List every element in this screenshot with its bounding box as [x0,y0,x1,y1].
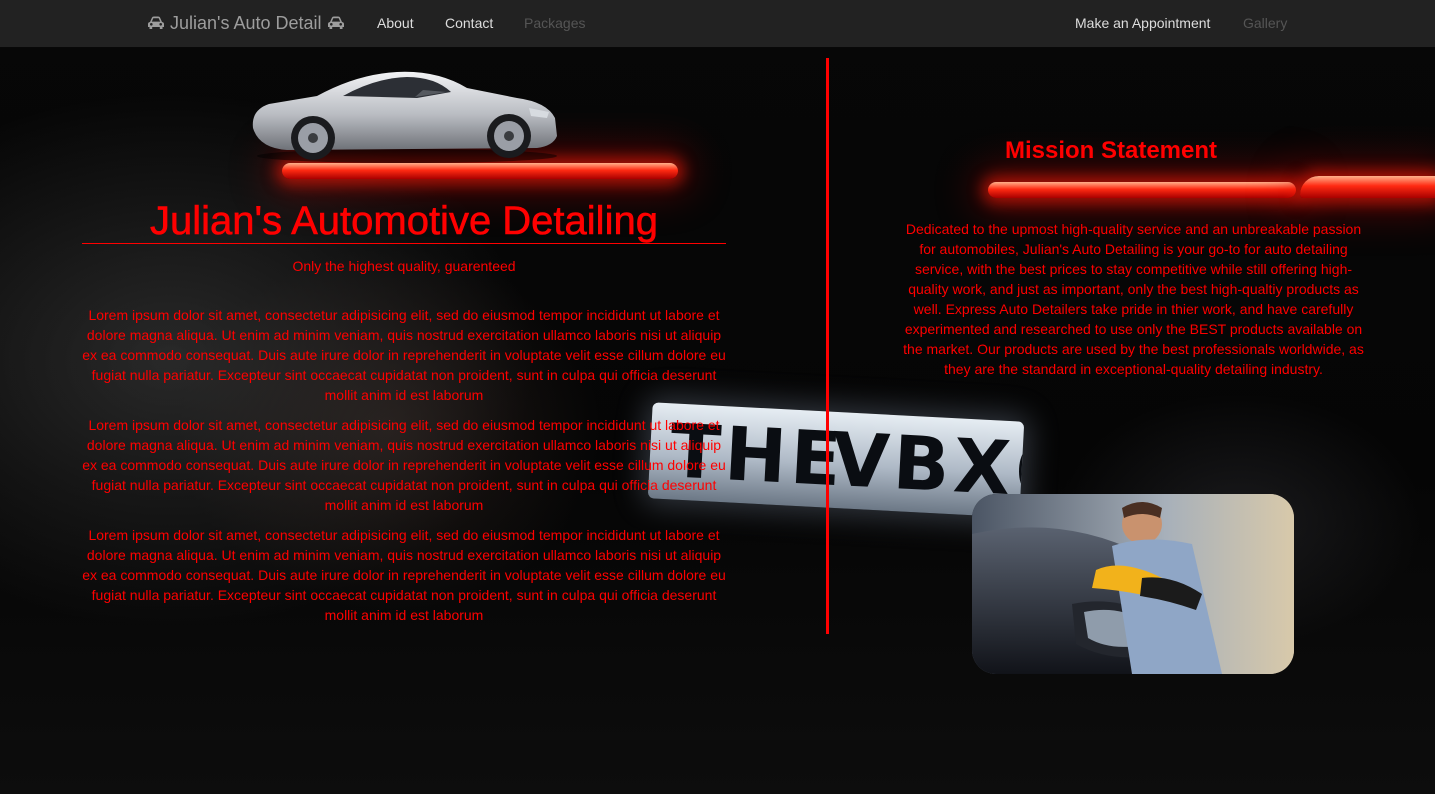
car-icon [327,16,345,30]
page-title: Julian's Automotive Detailing [150,199,659,244]
intro-paragraph-1: Lorem ipsum dolor sit amet, consectetur … [82,307,726,403]
mission-statement-text: Dedicated to the upmost high-quality ser… [903,221,1364,377]
nav-link-gallery[interactable]: Gallery [1243,0,1287,47]
right-taillight [988,182,1296,198]
hero-sports-car-image [247,66,561,166]
detailing-worker-photo [972,494,1294,674]
navbar-brand[interactable]: Julian's Auto Detail [147,0,345,47]
intro-paragraph-3: Lorem ipsum dolor sit amet, consectetur … [82,527,726,623]
right-taillight-edge [1300,176,1435,198]
column-divider [826,58,829,634]
navbar: Julian's Auto Detail About Contact Packa… [0,0,1435,48]
page: THE VBX6 Julian's Auto Detail About Cont… [0,0,1435,794]
nav-link-make-appointment[interactable]: Make an Appointment [1075,0,1210,47]
tagline: Only the highest quality, guarenteed [292,258,516,274]
car-icon [147,16,165,30]
nav-link-packages[interactable]: Packages [524,0,585,47]
nav-link-about[interactable]: About [377,0,414,47]
mission-statement-heading: Mission Statement [1004,137,1218,164]
brand-label: Julian's Auto Detail [170,13,322,33]
title-underline [82,243,726,244]
nav-link-contact[interactable]: Contact [445,0,493,47]
intro-paragraph-2: Lorem ipsum dolor sit amet, consectetur … [82,417,726,513]
